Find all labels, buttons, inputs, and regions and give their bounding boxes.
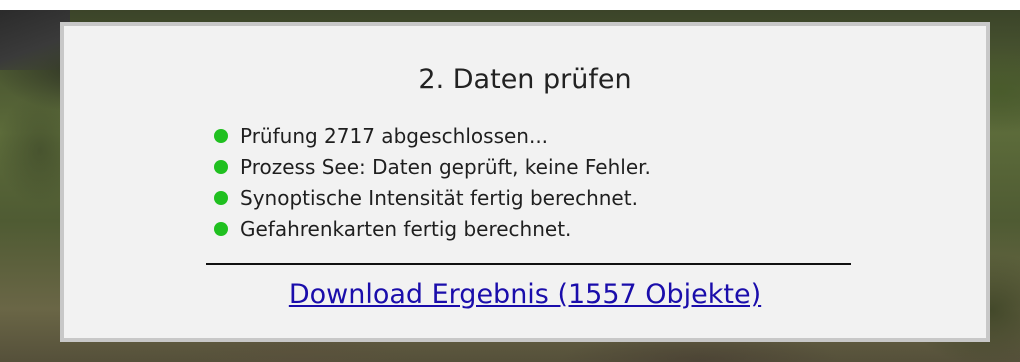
download-result-link[interactable]: Download Ergebnis (1557 Objekte) [64,278,986,312]
status-success-dot-icon [214,190,228,205]
dialog-title: 2. Daten prüfen [418,64,632,95]
status-item: Prozess See: Daten geprüft, keine Fehler… [214,151,651,182]
status-item-text: Synoptische Intensität fertig berechnet. [240,185,638,210]
check-data-dialog: 2. Daten prüfen Prüfung 2717 abgeschloss… [60,22,990,342]
status-item-text: Prozess See: Daten geprüft, keine Fehler… [240,154,651,179]
status-success-dot-icon [214,128,228,143]
status-success-dot-icon [214,159,228,174]
status-list: Prüfung 2717 abgeschlossen... Prozess Se… [214,120,651,244]
status-item-text: Prüfung 2717 abgeschlossen... [240,123,549,148]
status-success-dot-icon [214,221,228,236]
status-item-text: Gefahrenkarten fertig berechnet. [240,216,572,241]
status-item: Gefahrenkarten fertig berechnet. [214,213,651,244]
divider [206,263,851,265]
status-item: Prüfung 2717 abgeschlossen... [214,120,651,151]
screen: 2. Daten prüfen Prüfung 2717 abgeschloss… [0,0,1020,362]
status-item: Synoptische Intensität fertig berechnet. [214,182,651,213]
